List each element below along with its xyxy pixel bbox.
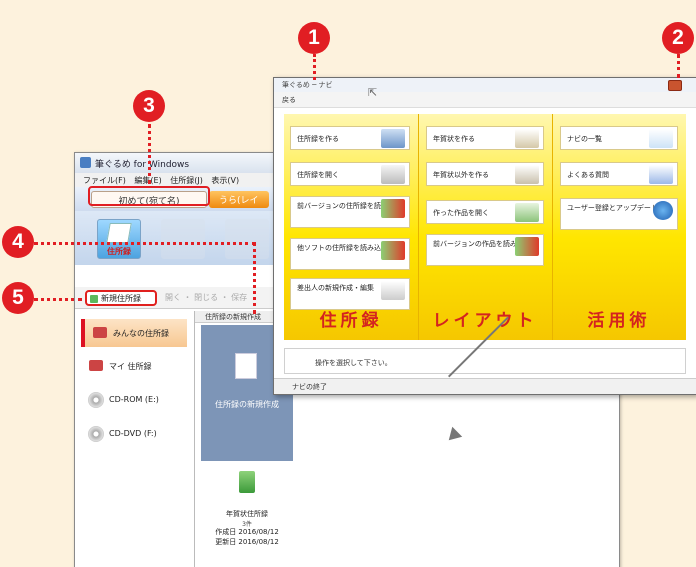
menu-view[interactable]: 表示(V): [211, 176, 239, 185]
callout-marker-1: 1: [298, 22, 330, 54]
document-icon: [235, 353, 257, 379]
works-icon: [515, 203, 539, 222]
open-addressbook-button[interactable]: 住所録を開く: [290, 162, 410, 186]
addressbook-file-icon[interactable]: [239, 471, 255, 493]
leader-line-5: [34, 298, 82, 301]
make-nengajo-button[interactable]: 年賀状を作る: [426, 126, 544, 150]
addressbook-icon: [106, 223, 132, 243]
import-arrow-icon: [381, 199, 405, 218]
ribbon-layout-button[interactable]: [161, 219, 205, 259]
new-addressbook-button[interactable]: 新規住所録: [85, 290, 157, 306]
open-book-icon: [381, 165, 405, 184]
sidebar-item-label: CD-ROM (E:): [109, 395, 159, 404]
ribbon-addressbook-button[interactable]: 住所録: [97, 219, 141, 259]
exit-navi-button[interactable]: ナビの終了: [292, 383, 327, 391]
faq-icon: [649, 165, 673, 184]
import-prev-works-button[interactable]: 前バージョンの作品を読み込む: [426, 234, 544, 266]
callout-marker-3: 3: [133, 90, 165, 122]
navi-list-button[interactable]: ナビの一覧: [560, 126, 678, 150]
navi-title: 筆ぐるめ ─ ナビ: [282, 81, 333, 89]
highlight-box-3: [88, 186, 210, 206]
toolbar-other-buttons[interactable]: 開く ・ 閉じる ・ 保存: [165, 292, 247, 303]
person-icon: [89, 360, 103, 371]
new-addressbook-label: 新規住所録: [101, 294, 141, 303]
tab-ura[interactable]: うら(レイ: [209, 191, 269, 208]
import-other-addressbook-button[interactable]: 他ソフトの住所録を読み込む: [290, 238, 410, 270]
status-bar: ナビの終了: [274, 378, 696, 394]
button-label: 住所録を開く: [297, 171, 339, 179]
window-title: 筆ぐるめ for Windows: [95, 160, 190, 170]
callout-marker-2: 2: [662, 22, 694, 54]
navi-toolbar: 戻る: [274, 92, 696, 108]
menu-address[interactable]: 住所録(J): [170, 176, 203, 185]
card-label: 住所録の新規作成: [215, 400, 279, 409]
button-label: ユーザー登録とアップデート: [567, 204, 658, 212]
new-icon: [90, 295, 98, 303]
button-label: 年賀状を作る: [433, 135, 475, 143]
make-other-card-button[interactable]: 年賀状以外を作る: [426, 162, 544, 186]
sidebar-item-cdrom[interactable]: CD-ROM (E:): [81, 389, 187, 411]
navi-panel: 住所録を作る 住所録を開く 前バージョンの住所録を読み込む 他ソフトの住所録を読…: [284, 114, 686, 340]
card-pen-icon: [515, 165, 539, 184]
navi-window: 筆ぐるめ ─ ナビ 戻る ⇱ 住所録を作る 住所録を開く 前バージョンの住所録を…: [273, 77, 696, 395]
button-label: 作った作品を開く: [433, 209, 489, 217]
button-label: 年賀状以外を作る: [433, 171, 489, 179]
mouse-cursor-icon: ⇱: [368, 86, 378, 99]
button-label: ナビの一覧: [567, 135, 602, 143]
sidebar-item-label: CD-DVD (F:): [109, 429, 157, 438]
leader-line-4: [34, 242, 256, 245]
navi-title-bar: 筆ぐるめ ─ ナビ: [274, 78, 696, 92]
faq-button[interactable]: よくある質問: [560, 162, 678, 186]
category-tips: 活用術: [587, 311, 651, 331]
import-prev-addressbook-button[interactable]: 前バージョンの住所録を読み込む: [290, 196, 410, 228]
leader-line-4-down: [253, 242, 256, 314]
user-register-update-button[interactable]: ユーザー登録とアップデート: [560, 198, 678, 230]
card-icon: [381, 281, 405, 300]
category-layout: レイアウト: [432, 311, 538, 331]
sidebar-item-label: マイ 住所録: [109, 362, 152, 371]
button-label: よくある質問: [567, 171, 609, 179]
leader-line-3: [148, 124, 151, 184]
menu-file[interactable]: ファイル(F): [83, 176, 126, 185]
app-icon: [80, 157, 91, 168]
created-date: 作成日 2016/08/12: [215, 528, 279, 536]
leader-line-1: [313, 54, 316, 80]
callout-marker-4: 4: [2, 226, 34, 258]
sidebar-item-label: みんなの住所録: [113, 329, 169, 338]
open-works-button[interactable]: 作った作品を開く: [426, 200, 544, 224]
back-button[interactable]: 戻る: [282, 96, 296, 104]
ribbon-addressbook-label: 住所録: [107, 247, 131, 256]
make-addressbook-button[interactable]: 住所録を作る: [290, 126, 410, 150]
button-label: 差出人の新規作成・編集: [297, 284, 374, 292]
addressbook-name: 年賀状住所録: [226, 510, 268, 518]
message-area: 操作を選択して下さい。: [284, 348, 686, 374]
import-arrow-icon: [381, 241, 405, 260]
ribbon-tools-button[interactable]: [225, 219, 269, 259]
sidebar-item-dvd[interactable]: CD-DVD (F:): [81, 423, 187, 445]
close-button[interactable]: [668, 80, 682, 91]
sidebar-item-everyone[interactable]: みんなの住所録: [81, 319, 187, 347]
import-arrow-icon: [515, 237, 539, 256]
callout-marker-5: 5: [2, 282, 34, 314]
button-label: 他ソフトの住所録を読み込む: [297, 244, 388, 252]
sidebar-item-my[interactable]: マイ 住所録: [81, 355, 187, 377]
leader-line-2: [677, 54, 680, 78]
disc-icon: [88, 426, 104, 442]
card-pen-icon: [515, 129, 539, 148]
people-icon: [93, 327, 107, 338]
addressbook-sidebar: みんなの住所録 マイ 住所録 CD-ROM (E:) CD-DVD (F:): [75, 311, 195, 567]
updated-date: 更新日 2016/08/12: [215, 538, 279, 546]
button-label: 住所録を作る: [297, 135, 339, 143]
globe-icon: [653, 201, 673, 220]
addressbook-icon: [381, 129, 405, 148]
category-addressbook: 住所録: [319, 311, 383, 331]
list-icon: [649, 129, 673, 148]
disc-icon: [88, 392, 104, 408]
